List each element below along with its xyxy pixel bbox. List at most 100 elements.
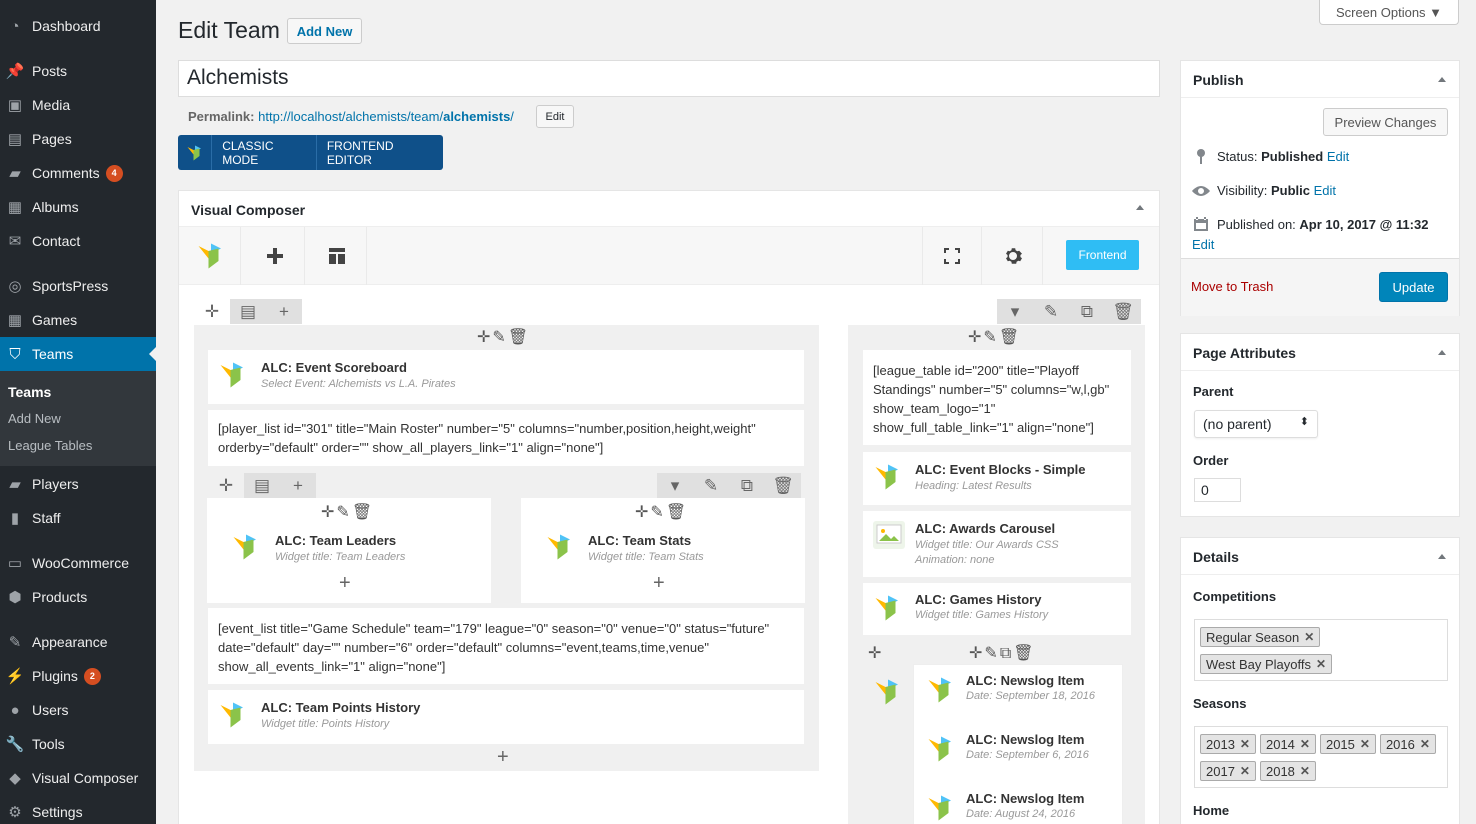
competitions-select[interactable]: Regular Season ✕ West Bay Playoffs ✕ [1194,619,1448,681]
sidebar-item-tools[interactable]: 🔧 Tools [0,727,156,761]
column-controls[interactable]: ✛✎🗑 [968,327,1021,347]
sidebar-item-visual-composer[interactable]: ◆ Visual Composer [0,761,156,795]
move-to-trash-link[interactable]: Move to Trash [1191,279,1273,294]
sidebar-item-settings[interactable]: ⚙ Settings [0,795,156,824]
tag-chip[interactable]: 2013 ✕ [1200,734,1256,754]
published-edit-link[interactable]: Edit [1192,237,1214,252]
sidebar-item-players[interactable]: ▰ Players [0,467,156,501]
row-layout-icon[interactable]: ▤ [230,299,266,324]
element-event-list[interactable]: [event_list title="Game Schedule" team="… [207,607,805,685]
submenu-teams[interactable]: Teams [8,384,51,400]
remove-x-icon[interactable]: ✕ [1420,737,1430,751]
vc-panel-header[interactable]: Visual Composer [179,191,1159,227]
element-awards-carousel[interactable]: ALC: Awards Carousel Widget title: Our A… [862,510,1132,578]
sidebar-item-appearance[interactable]: ✎ Appearance [0,625,156,659]
update-button[interactable]: Update [1379,272,1448,302]
title-input[interactable]: Alchemists [178,60,1160,97]
toggle-row-icon[interactable]: ▾ [997,299,1033,324]
add-element-plus-icon[interactable]: + [497,746,509,769]
sidebar-item-staff[interactable]: ▮ Staff [0,501,156,535]
submenu-league-tables[interactable]: League Tables [8,438,92,453]
sidebar-item-posts[interactable]: 📌 Posts [0,54,156,88]
permalink-link[interactable]: http://localhost/alchemists/team/alchemi… [258,109,514,124]
visibility-edit-link[interactable]: Edit [1314,183,1336,198]
seasons-select[interactable]: 2013 ✕ 2014 ✕ 2015 ✕ 2016 ✕ 2017 ✕ 2018 ✕ [1194,726,1448,788]
column-controls[interactable]: ✛✎🗑 [477,327,530,347]
sidebar-item-plugins[interactable]: ⚡ Plugins 2 [0,659,156,693]
newslog-item[interactable]: ALC: Newslog Item Date: August 24, 2016 [914,783,1122,824]
sidebar-item-dashboard[interactable]: ◔ Dashboard [0,9,156,43]
settings-button[interactable] [983,227,1043,285]
tag-chip[interactable]: 2015 ✕ [1319,734,1376,754]
add-column-icon[interactable]: + [280,473,316,498]
toggle-row-icon[interactable]: ▾ [657,473,693,498]
sidebar-item-sportspress[interactable]: ◎ SportsPress [0,269,156,303]
add-element-plus-icon[interactable]: + [653,572,665,595]
preview-changes-button[interactable]: Preview Changes [1323,108,1448,136]
collapse-caret-icon[interactable] [1136,201,1144,210]
remove-x-icon[interactable]: ✕ [1300,737,1310,751]
remove-x-icon[interactable]: ✕ [1300,764,1310,778]
submenu-add-new[interactable]: Add New [8,411,61,426]
permalink-edit-button[interactable]: Edit [536,105,574,128]
element-games-history[interactable]: ALC: Games History Widget title: Games H… [862,582,1132,636]
screen-options-button[interactable]: Screen Options ▼ [1319,0,1459,25]
tag-chip[interactable]: 2014 ✕ [1259,734,1316,754]
tag-chip[interactable]: Regular Season ✕ [1200,627,1321,647]
container-controls[interactable]: ✛✎⧉🗑 [969,643,1036,663]
sidebar-item-media[interactable]: ▣ Media [0,88,156,122]
move-icon[interactable]: ✛ [868,643,883,663]
row-layout-icon[interactable]: ▤ [244,473,280,498]
sidebar-item-teams[interactable]: ⛉ Teams [0,337,156,371]
collapse-caret-icon[interactable] [1438,346,1446,355]
sidebar-item-comments[interactable]: ▰ Comments 4 [0,156,156,190]
sidebar-item-games[interactable]: ▦ Games [0,303,156,337]
delete-row-icon[interactable]: 🗑 [1105,299,1141,324]
edit-row-icon[interactable]: ✎ [693,473,729,498]
tag-chip[interactable]: 2018 ✕ [1259,761,1316,781]
frontend-button[interactable]: Frontend [1066,240,1139,270]
clone-row-icon[interactable]: ⧉ [1069,299,1105,324]
collapse-caret-icon[interactable] [1438,73,1446,82]
sidebar-item-products[interactable]: ⬢ Products [0,580,156,614]
delete-row-icon[interactable]: 🗑 [765,473,801,498]
move-row-icon[interactable]: ✛ [208,473,244,498]
element-event-scoreboard[interactable]: ALC: Event Scoreboard Select Event: Alch… [207,349,805,405]
fullscreen-button[interactable] [922,227,982,285]
remove-x-icon[interactable]: ✕ [1240,737,1250,751]
templates-button[interactable] [307,227,367,285]
element-player-list[interactable]: [player_list id="301" title="Main Roster… [207,409,805,467]
add-element-plus-icon[interactable]: + [339,572,351,595]
parent-select[interactable]: (no parent) ⬍ [1194,410,1318,438]
element-league-table[interactable]: [league_table id="200" title="Playoff St… [862,349,1132,446]
add-new-button[interactable]: Add New [287,18,362,44]
column-controls[interactable]: ✛✎🗑 [321,502,374,522]
edit-row-icon[interactable]: ✎ [1033,299,1069,324]
move-row-icon[interactable]: ✛ [194,299,230,324]
element-event-blocks[interactable]: ALC: Event Blocks - Simple Heading: Late… [862,451,1132,506]
vc-logo-button[interactable] [181,227,241,285]
sidebar-item-albums[interactable]: ▦ Albums [0,190,156,224]
status-edit-link[interactable]: Edit [1327,149,1349,164]
element-team-points[interactable]: ALC: Team Points History Widget title: P… [207,689,805,745]
remove-x-icon[interactable]: ✕ [1316,657,1326,671]
column-controls[interactable]: ✛✎🗑 [635,502,688,522]
newslog-item[interactable]: ALC: Newslog Item Date: September 18, 20… [914,665,1122,723]
tag-chip[interactable]: 2017 ✕ [1200,761,1256,781]
frontend-editor-button[interactable]: FRONTEND EDITOR [315,135,443,170]
tag-chip[interactable]: West Bay Playoffs ✕ [1200,654,1333,674]
remove-x-icon[interactable]: ✕ [1360,737,1370,751]
add-element-button[interactable] [245,227,305,285]
sidebar-item-users[interactable]: ● Users [0,693,156,727]
remove-x-icon[interactable]: ✕ [1240,764,1250,778]
remove-x-icon[interactable]: ✕ [1304,630,1314,644]
newslog-item[interactable]: ALC: Newslog Item Date: September 6, 201… [914,724,1122,782]
sidebar-item-woocommerce[interactable]: ▭ WooCommerce [0,546,156,580]
classic-mode-button[interactable]: CLASSIC MODE [211,135,316,170]
add-column-icon[interactable]: + [266,299,302,324]
sidebar-item-pages[interactable]: ▤ Pages [0,122,156,156]
clone-row-icon[interactable]: ⧉ [729,473,765,498]
collapse-caret-icon[interactable] [1438,550,1446,559]
order-input[interactable]: 0 [1194,478,1241,502]
sidebar-item-contact[interactable]: ✉ Contact [0,224,156,258]
